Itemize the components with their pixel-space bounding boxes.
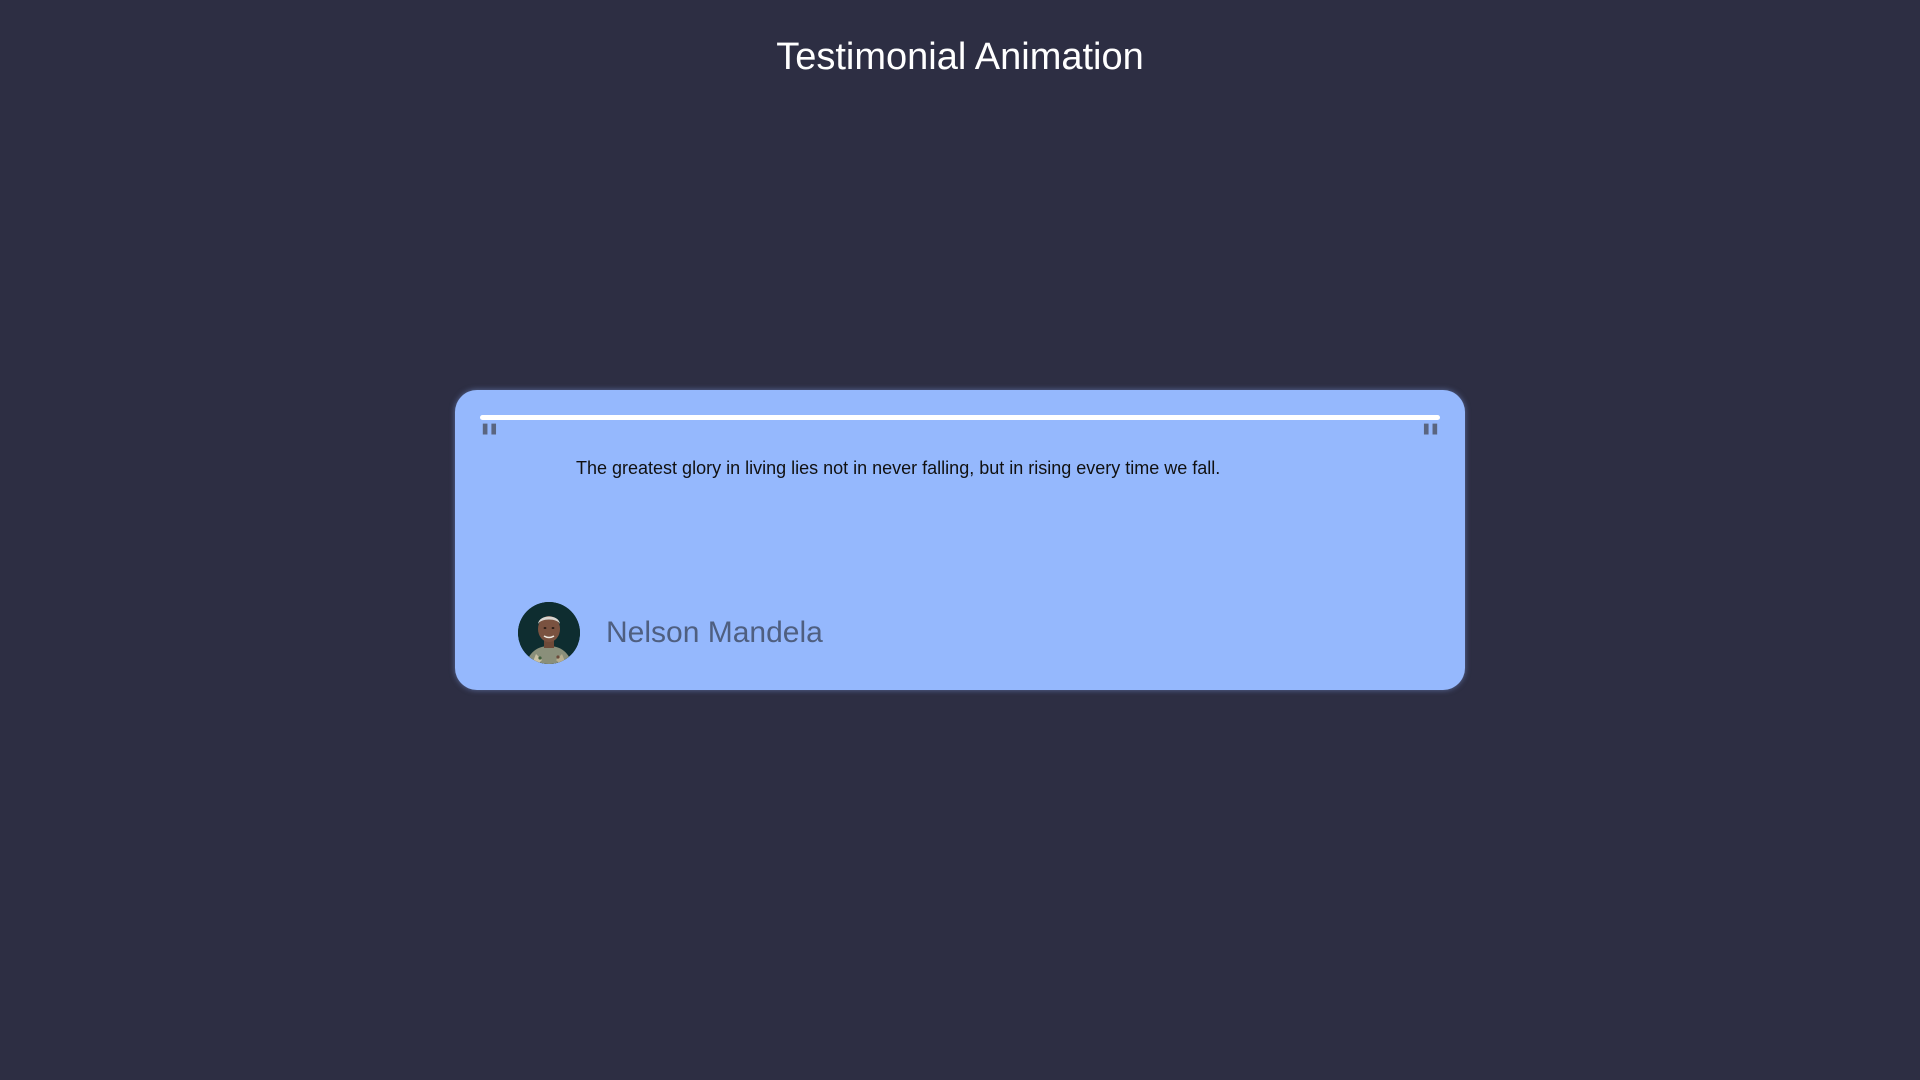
testimonial-quote: The greatest glory in living lies not in… (576, 458, 1221, 478)
page-title: Testimonial Animation (776, 36, 1144, 78)
author-name: Nelson Mandela (606, 616, 823, 649)
progress-bar-fill (480, 415, 1440, 420)
testimonial-card: " " The greatest glory in living lies no… (455, 390, 1465, 690)
quote-open-icon: " (479, 417, 500, 463)
progress-bar (480, 415, 1440, 420)
quote-close-icon: " (1420, 417, 1441, 463)
avatar (518, 602, 580, 664)
author: Nelson Mandela (518, 602, 823, 664)
